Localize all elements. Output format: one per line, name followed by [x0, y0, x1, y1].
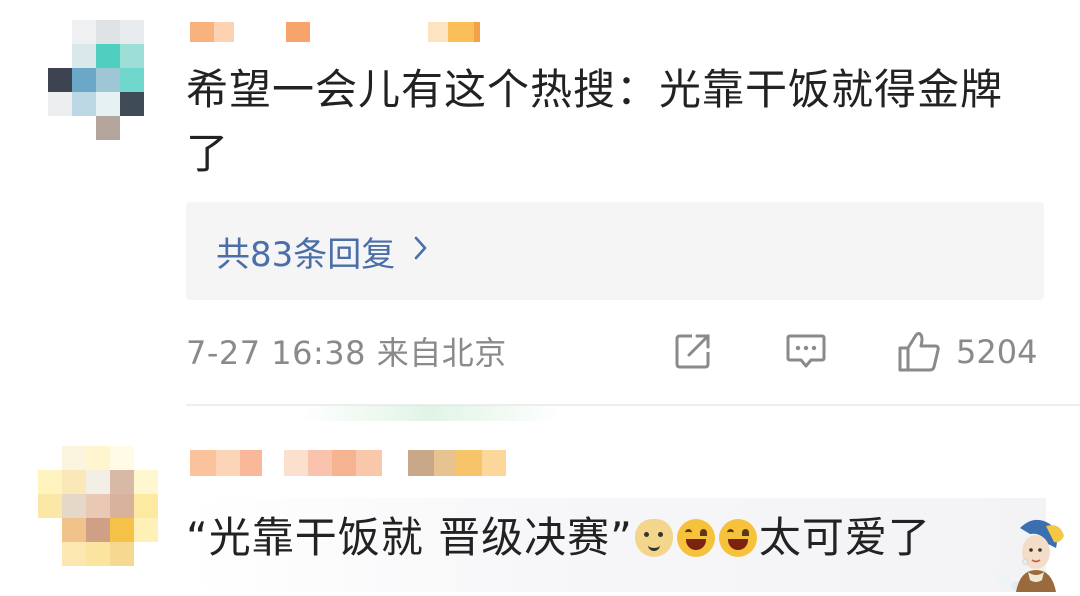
view-replies-link[interactable]: 共83条回复	[216, 227, 429, 276]
doge-emoji	[634, 519, 673, 557]
laugh-emoji	[676, 519, 715, 557]
timestamp: 7-27 16:38	[186, 334, 367, 372]
comment-icon	[786, 334, 826, 368]
comment-text: 希望一会儿有这个热搜：光靠干饭就得金牌了	[186, 65, 1004, 178]
like-count: 5204	[956, 333, 1038, 371]
username[interactable]	[190, 450, 506, 476]
like-button[interactable]: 5204	[896, 330, 1037, 374]
avatar[interactable]	[48, 20, 168, 140]
comment-button[interactable]	[784, 330, 828, 372]
chevron-right-icon	[413, 234, 429, 269]
replies-label: 共83条回复	[216, 234, 396, 275]
location: 来自北京	[376, 334, 507, 372]
comment-text-part2: 太可爱了	[758, 513, 931, 562]
sticker-image	[990, 514, 1070, 592]
comment-meta: 7-27 16:38 来自北京	[186, 328, 507, 374]
divider-highlight	[300, 405, 560, 421]
avatar[interactable]	[38, 446, 158, 566]
like-icon	[898, 332, 940, 372]
comment-text-part1: “光靠干饭就 晋级决赛”	[186, 513, 633, 562]
username[interactable]	[190, 22, 480, 42]
share-button[interactable]	[672, 330, 714, 372]
laugh-emoji	[718, 519, 757, 557]
comment-text: “光靠干饭就 晋级决赛” 太可爱了	[186, 506, 931, 570]
share-icon	[675, 334, 710, 369]
replies-box[interactable]: 共83条回复	[186, 202, 1044, 300]
